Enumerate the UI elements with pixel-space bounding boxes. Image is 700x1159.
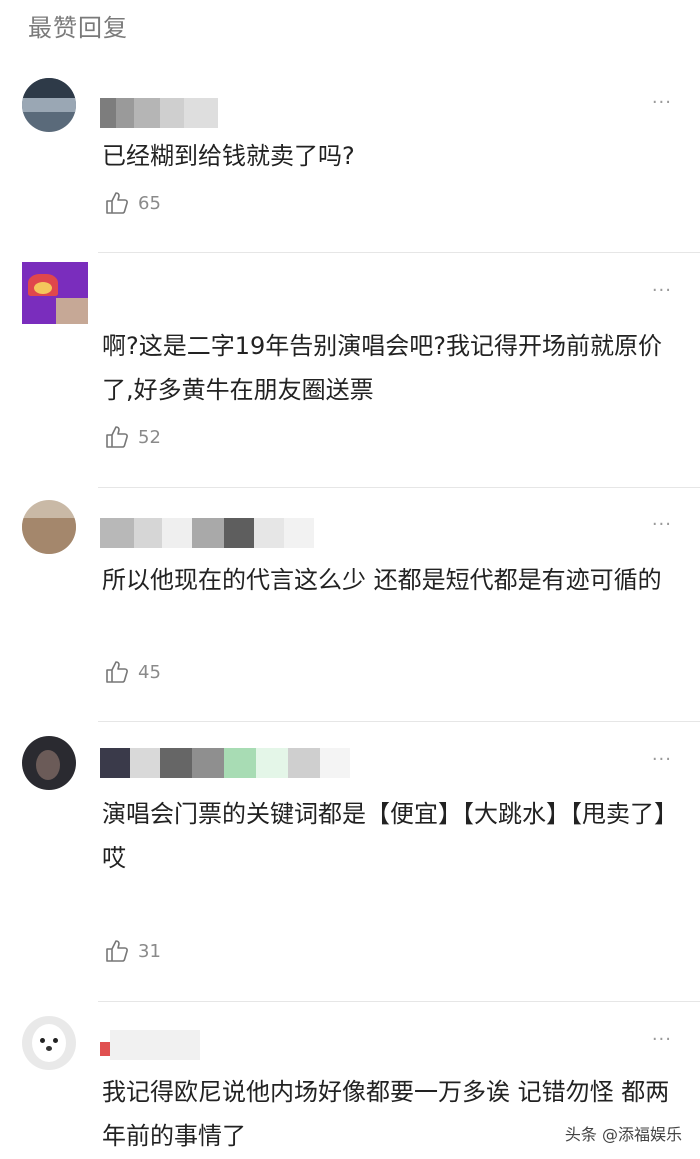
divider xyxy=(98,252,700,253)
avatar[interactable] xyxy=(22,500,76,554)
avatar[interactable] xyxy=(22,262,88,324)
like-count: 31 xyxy=(138,940,161,962)
like-count: 52 xyxy=(138,426,161,448)
section-title: 最赞回复 xyxy=(28,14,128,42)
divider xyxy=(98,721,700,722)
more-options-icon[interactable]: ··· xyxy=(652,514,672,535)
username-redacted[interactable] xyxy=(100,518,314,548)
comment-text: 已经糊到给钱就卖了吗? xyxy=(102,142,355,170)
thumbs-up-icon xyxy=(106,661,128,683)
divider xyxy=(98,1001,700,1002)
divider xyxy=(98,487,700,488)
thumbs-up-icon xyxy=(106,426,128,448)
more-options-icon[interactable]: ··· xyxy=(652,280,672,301)
like-button[interactable]: 65 xyxy=(104,188,161,218)
watermark: 头条 @添福娱乐 xyxy=(560,1119,686,1147)
thumbs-up-icon xyxy=(106,192,128,214)
username-redacted[interactable] xyxy=(100,1030,200,1060)
like-count: 45 xyxy=(138,661,161,683)
comment-text: 所以他现在的代言这么少 还都是短代都是有迹可循的 xyxy=(102,566,662,594)
comment-text: 啊?这是二字19年告别演唱会吧?我记得开场前就原价了,好多黄牛在朋友圈送票 xyxy=(102,332,663,404)
comment-text: 演唱会门票的关键词都是【便宜】【大跳水】【甩卖了】哎 xyxy=(102,800,678,872)
thumbs-up-icon xyxy=(106,940,128,962)
username-redacted[interactable] xyxy=(100,748,350,778)
like-button[interactable]: 45 xyxy=(104,657,161,687)
avatar[interactable] xyxy=(22,1016,76,1070)
username-redacted[interactable] xyxy=(100,98,218,128)
more-options-icon[interactable]: ··· xyxy=(652,749,672,770)
like-button[interactable]: 31 xyxy=(104,936,161,966)
like-button[interactable]: 52 xyxy=(104,422,161,452)
avatar[interactable] xyxy=(22,78,76,132)
like-count: 65 xyxy=(138,192,161,214)
avatar[interactable] xyxy=(22,736,76,790)
more-options-icon[interactable]: ··· xyxy=(652,1029,672,1050)
more-options-icon[interactable]: ··· xyxy=(652,92,672,113)
